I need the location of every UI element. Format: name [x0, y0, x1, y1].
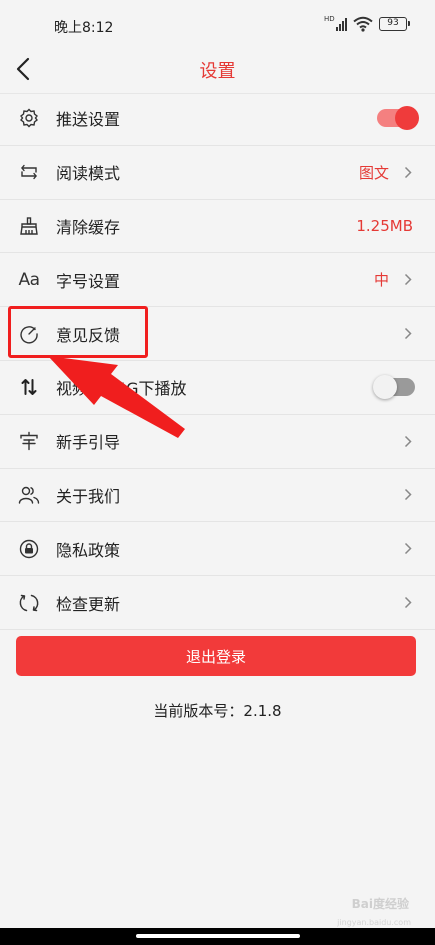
settings-row-label: 检查更新 [56, 594, 121, 614]
toggle-knob [395, 106, 419, 131]
settings-row-about[interactable]: 关于我们 [0, 469, 435, 523]
settings-row-reading-mode[interactable]: 阅读模式 图文 [0, 146, 435, 200]
settings-row-label: 新手引导 [56, 433, 121, 453]
hd-badge: HD [324, 15, 335, 23]
reading-mode-icon [18, 161, 40, 183]
settings-row-label: 视频3G/4G下播放 [56, 379, 187, 399]
font-size-icon-text: Aa [18, 269, 40, 290]
refresh-icon [18, 592, 40, 614]
battery-icon: 93 [379, 17, 410, 31]
feedback-icon [18, 323, 40, 345]
version-label: 当前版本号：2.1.8 [153, 702, 282, 720]
font-size-icon: Aa [18, 269, 40, 291]
chevron-right-icon [401, 273, 415, 287]
users-icon [18, 484, 40, 506]
home-indicator-bar [0, 928, 435, 945]
chevron-right-icon [401, 434, 415, 448]
push-toggle[interactable] [377, 106, 419, 131]
up-down-arrows-icon [18, 376, 40, 398]
settings-row-label: 推送设置 [56, 110, 121, 130]
font-size-value: 中 [373, 271, 389, 290]
battery-level: 93 [387, 18, 399, 28]
settings-row-privacy[interactable]: 隐私政策 [0, 522, 435, 577]
chevron-right-icon [401, 542, 415, 556]
chevron-right-icon [401, 596, 415, 610]
video-cellular-toggle[interactable] [373, 375, 415, 400]
settings-row-label: 意见反馈 [56, 325, 121, 345]
cache-size-value: 1.25MB [356, 216, 413, 235]
status-bar: 晚上8:12 HD 93 [0, 0, 435, 44]
settings-row-clear-cache[interactable]: 清除缓存 1.25MB [0, 200, 435, 254]
cellular-signal-icon: HD [324, 15, 347, 31]
reading-mode-value: 图文 [358, 163, 389, 182]
toggle-knob [373, 375, 397, 400]
settings-row-guide[interactable]: 新手引导 [0, 415, 435, 469]
chevron-right-icon [401, 488, 415, 502]
chevron-right-icon [401, 327, 415, 341]
settings-row-push[interactable]: 推送设置 [0, 92, 435, 146]
settings-row-label: 清除缓存 [56, 217, 121, 237]
logout-button[interactable]: 退出登录 [16, 636, 416, 676]
watermark-url: jingyan.baidu.com [337, 918, 411, 927]
settings-row-label: 字号设置 [56, 271, 121, 291]
wifi-icon [353, 16, 373, 32]
page-title: 设置 [199, 61, 236, 82]
settings-row-font-size[interactable]: Aa 字号设置 中 [0, 253, 435, 308]
home-indicator[interactable] [136, 934, 300, 938]
watermark-logo: Bai度经验 [351, 897, 409, 911]
status-time: 晚上8:12 [54, 20, 114, 36]
nav-bar: 设置 [0, 44, 435, 94]
chevron-right-icon [401, 165, 415, 179]
settings-list: 推送设置 阅读模式 图文 清除缓存 1.25MB Aa 字号设置 中 意见反馈 … [0, 92, 435, 630]
settings-row-label: 阅读模式 [56, 164, 121, 184]
settings-row-label: 隐私政策 [56, 540, 121, 560]
settings-row-label: 关于我们 [56, 486, 121, 506]
settings-row-check-update[interactable]: 检查更新 [0, 576, 435, 630]
settings-row-feedback[interactable]: 意见反馈 [0, 307, 435, 361]
broom-icon [18, 215, 40, 237]
settings-row-video-cellular[interactable]: 视频3G/4G下播放 [0, 361, 435, 415]
guide-icon [18, 430, 40, 452]
system-icons: HD 93 [324, 15, 410, 33]
lock-icon [18, 538, 40, 560]
gear-icon [18, 107, 40, 129]
